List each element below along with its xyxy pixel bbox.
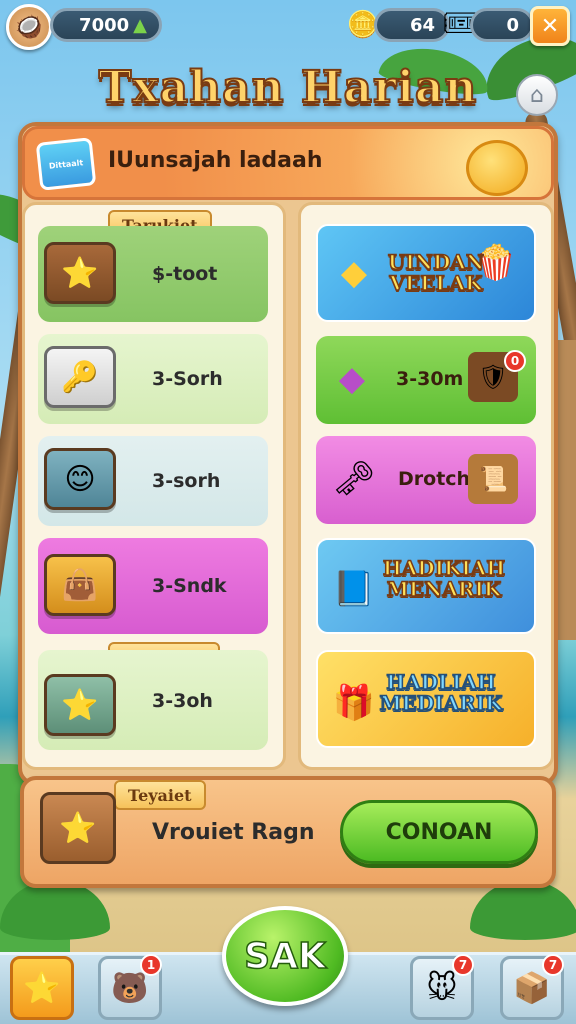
tickets-value: 0: [506, 14, 519, 36]
reward-title: HADLIAH MEDIARIK: [379, 670, 503, 715]
gift-icon: 🎁: [332, 683, 376, 723]
treasure-box-icon: ⭐: [40, 792, 116, 864]
scroll-icon: 📜: [468, 454, 518, 504]
avatar-icon: 🥥: [15, 14, 43, 40]
close-button[interactable]: ✕: [530, 6, 570, 46]
task-label: $-toot: [152, 263, 218, 285]
chest-star-icon: ⭐: [44, 242, 116, 304]
reward-card[interactable]: 📘 HADIKIAH MENARIK: [316, 538, 536, 634]
reward-title: HADIKIAH MENARIK: [382, 556, 506, 601]
gems-value: 64: [409, 14, 435, 36]
claim-button[interactable]: CONOAN: [340, 800, 538, 864]
bag-icon: 👜: [44, 554, 116, 616]
task-card[interactable]: ⭐ 3-3oh: [38, 650, 268, 750]
key-box-icon: 🗝: [332, 459, 376, 499]
task-card[interactable]: 😊 3-sorh: [38, 436, 268, 526]
box-icon: 📦: [513, 970, 551, 1006]
task-card[interactable]: 🔑 3-Sorh: [38, 334, 268, 424]
ticket-card-text: Dittaalt: [48, 157, 84, 171]
foliage: [470, 880, 576, 940]
notification-badge: 0: [504, 350, 526, 372]
reward-card[interactable]: 🗝 Drotch 📜: [316, 436, 536, 524]
creature-icon: 🐭: [426, 970, 458, 1006]
claim-label: Vrouiet Ragn: [152, 820, 315, 845]
task-label: 3-sorh: [152, 470, 221, 492]
page-title: Txahan Harian: [98, 61, 478, 114]
close-icon: ✕: [540, 13, 560, 39]
main-action-button[interactable]: SAK: [222, 906, 348, 1006]
home-button[interactable]: ⌂: [516, 74, 558, 116]
reward-card[interactable]: ◆ 3-30m 🛡: [316, 336, 536, 424]
player-avatar[interactable]: 🥥: [6, 4, 52, 50]
star-book-icon: ⭐: [44, 674, 116, 736]
bear-icon: 🐻: [111, 970, 149, 1006]
ticket-card-icon: Dittaalt: [35, 137, 97, 191]
home-icon: ⌂: [530, 82, 544, 108]
leaf-icon: ▲: [133, 14, 147, 36]
reward-label: Drotch: [398, 468, 471, 490]
task-label: 3-3oh: [152, 690, 213, 712]
scroll-key-icon: 🔑: [44, 346, 116, 408]
task-card[interactable]: ⭐ $-toot: [38, 226, 268, 322]
notification-badge: 7: [452, 954, 474, 976]
diamond-icon: ◆: [340, 253, 368, 293]
reward-title: UINDAN VEELAK: [387, 250, 485, 295]
reward-card[interactable]: 🎁 HADLIAH MEDIARIK: [316, 650, 536, 748]
coins-value: 7000: [79, 14, 130, 36]
nav-star-button[interactable]: ⭐: [10, 956, 74, 1020]
gem-icon: ◆: [338, 359, 366, 399]
book-face-icon: 😊: [44, 448, 116, 510]
tickets-counter: 0: [470, 8, 534, 42]
task-card[interactable]: 👜 3-Sndk: [38, 538, 268, 634]
claim-tag: Teyaiet: [114, 780, 206, 810]
gems-counter: 64: [374, 8, 450, 42]
task-label: 3-Sorh: [152, 368, 223, 390]
header-label: IUunsajah ladaah: [108, 148, 323, 173]
reward-card[interactable]: ◆ 🍿 UINDAN VEELAK: [316, 224, 536, 322]
top-bar: 🥥 7000 ▲ 🪙 64 🎟 0 ✕: [0, 0, 576, 50]
task-label: 3-Sndk: [152, 575, 227, 597]
notification-badge: 1: [140, 954, 162, 976]
notification-badge: 7: [542, 954, 564, 976]
star-icon: ⭐: [23, 970, 61, 1006]
coins-counter: 7000 ▲: [50, 8, 162, 42]
sun-coin-icon: [466, 140, 528, 196]
reward-label: 3-30m: [396, 368, 464, 390]
